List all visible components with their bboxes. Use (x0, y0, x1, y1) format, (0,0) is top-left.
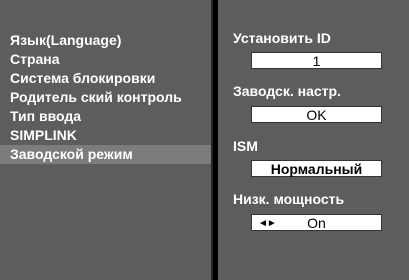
ism-select[interactable]: Нормальный (251, 160, 382, 177)
menu-panel: Язык(Language) Страна Система блокировки… (0, 0, 211, 280)
set-id-field[interactable]: 1 (251, 52, 382, 69)
factory-reset-label: Заводск. настр. (233, 83, 341, 99)
menu-item-factory-mode[interactable]: Заводской режим (0, 145, 211, 164)
menu-item-simplink[interactable]: SIMPLINK (0, 126, 211, 145)
settings-panel: Установить ID 1 Заводск. настр. OK ISM Н… (218, 0, 409, 280)
menu-item-input-type[interactable]: Тип ввода (0, 107, 211, 126)
menu-item-language[interactable]: Язык(Language) (0, 31, 211, 50)
menu-item-parental-control[interactable]: Родитель ский контроль (0, 88, 211, 107)
low-power-value: On (307, 215, 326, 231)
ism-label: ISM (233, 138, 258, 154)
low-power-toggle[interactable]: ◄► On (251, 214, 382, 231)
settings-menu: Язык(Language) Страна Система блокировки… (0, 31, 211, 164)
panel-divider (211, 0, 218, 280)
left-right-arrows-icon: ◄► (258, 218, 277, 229)
menu-item-country[interactable]: Страна (0, 50, 211, 69)
menu-item-lock-system[interactable]: Система блокировки (0, 69, 211, 88)
set-id-label: Установить ID (233, 30, 331, 46)
factory-reset-ok-button[interactable]: OK (251, 106, 382, 123)
low-power-label: Низк. мощность (233, 191, 345, 207)
